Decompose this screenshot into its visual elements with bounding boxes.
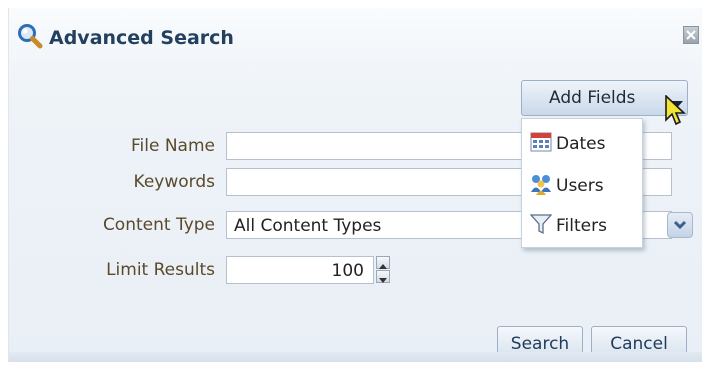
menu-item-dates[interactable]: Dates bbox=[530, 129, 606, 159]
add-fields-label: Add Fields bbox=[549, 88, 636, 108]
add-fields-button[interactable]: Add Fields bbox=[521, 80, 688, 116]
increment-button[interactable] bbox=[376, 256, 390, 269]
limit-results-value: 100 bbox=[331, 261, 364, 281]
mouse-cursor-icon bbox=[664, 94, 692, 134]
filter-icon bbox=[529, 213, 553, 240]
content-type-dropdown-button[interactable] bbox=[667, 212, 693, 238]
advanced-search-dialog: Advanced Search Add Fields File Name Key… bbox=[8, 8, 702, 362]
content-type-label: Content Type bbox=[102, 215, 215, 235]
menu-item-users[interactable]: Users bbox=[530, 171, 604, 201]
menu-item-filters[interactable]: Filters bbox=[529, 211, 607, 241]
chevron-down-icon bbox=[673, 220, 687, 230]
file-name-label: File Name bbox=[130, 136, 215, 156]
close-icon[interactable] bbox=[683, 26, 699, 44]
dialog-header: Advanced Search bbox=[17, 22, 234, 54]
decrement-button[interactable] bbox=[376, 270, 390, 283]
content-type-value: All Content Types bbox=[234, 216, 382, 236]
arrow-down-icon bbox=[379, 278, 387, 283]
dialog-footer bbox=[9, 352, 702, 362]
magnifier-icon bbox=[17, 23, 43, 54]
limit-results-input[interactable]: 100 bbox=[226, 256, 374, 284]
calendar-icon bbox=[530, 131, 552, 158]
keywords-label: Keywords bbox=[133, 172, 215, 192]
users-icon bbox=[530, 173, 552, 200]
add-fields-menu: Dates Users Filters bbox=[521, 118, 643, 248]
limit-results-stepper bbox=[376, 256, 390, 284]
dialog-title: Advanced Search bbox=[49, 27, 234, 49]
limit-results-label: Limit Results bbox=[106, 260, 215, 280]
